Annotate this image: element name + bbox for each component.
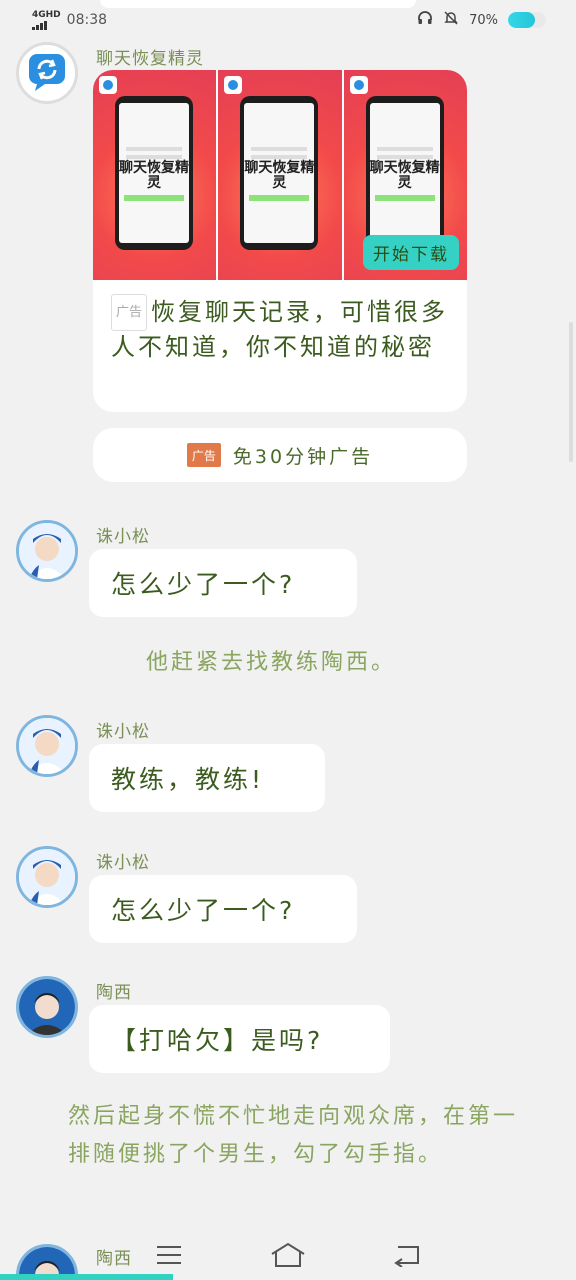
mute-bell-icon: [443, 10, 459, 30]
phone-mockup: 聊天恢复精灵: [115, 96, 193, 250]
scrollbar[interactable]: [569, 322, 573, 462]
message-bubble[interactable]: 教练，教练!: [89, 744, 325, 812]
ad-icon: 广告: [186, 443, 221, 467]
sender-name: 诛小松: [96, 527, 150, 547]
phone-screen: 聊天恢复精灵: [369, 103, 440, 243]
ad-avatar[interactable]: [16, 42, 78, 104]
ad-description: 恢复聊天记录，可惜很多人不知道，你不知道的秘密: [111, 298, 449, 361]
ad-free-button[interactable]: 广告 免30分钟广告: [93, 428, 467, 482]
avatar[interactable]: [16, 976, 78, 1038]
message-bubble[interactable]: 【打哈欠】是吗?: [89, 1005, 390, 1073]
ad-badge: 广告: [111, 294, 148, 331]
status-left: 4GHD 08:38: [32, 9, 108, 30]
signal-icon: [32, 20, 47, 30]
avatar[interactable]: [16, 715, 78, 777]
phone-mockup: 聊天恢复精灵: [240, 96, 319, 250]
app-logo-icon: [224, 76, 243, 94]
sender-name: 诛小松: [96, 722, 150, 742]
status-right: 70%: [417, 10, 546, 30]
ad-text[interactable]: 广告 恢复聊天记录，可惜很多人不知道，你不知道的秘密: [93, 280, 467, 378]
ad-image-panel: 聊天恢复精灵: [218, 70, 344, 280]
phone-screen-title: 聊天恢复精灵: [119, 160, 189, 191]
battery-icon: [508, 12, 546, 28]
reading-progress-bar: [0, 1274, 173, 1280]
headphones-icon: [417, 10, 433, 30]
phone-mockup: 聊天恢复精灵: [365, 96, 444, 250]
network-indicator: 4GHD: [32, 9, 61, 30]
ad-free-label: 免30分钟广告: [232, 445, 374, 468]
message-bubble[interactable]: 怎么少了一个?: [89, 875, 357, 943]
app-logo-icon: [99, 76, 117, 94]
status-time: 08:38: [66, 12, 108, 28]
menu-icon[interactable]: [149, 1240, 189, 1270]
narration-text: 他赶紧去找教练陶西。: [146, 650, 397, 675]
home-icon[interactable]: [268, 1240, 308, 1270]
ad-image-panel: 聊天恢复精灵 开始下载: [343, 70, 467, 280]
avatar[interactable]: [16, 846, 78, 908]
ad-image-panel: 聊天恢复精灵: [93, 70, 219, 280]
network-type: 4GHD: [32, 9, 61, 20]
ad-card[interactable]: 聊天恢复精灵 聊天恢复精灵 聊天恢复精灵 开始下载 广告 恢复聊天记录，可惜很多…: [93, 70, 467, 412]
phone-screen-title: 聊天恢复精灵: [369, 160, 440, 191]
status-bar: 4GHD 08:38 70%: [0, 0, 576, 40]
phone-screen-title: 聊天恢复精灵: [244, 160, 315, 191]
ad-sender-name: 聊天恢复精灵: [96, 49, 204, 69]
message-bubble[interactable]: 怎么少了一个?: [89, 549, 357, 617]
narration-text: 然后起身不慌不忙地走向观众席，在第一排随便挑了个男生，勾了勾手指。: [68, 1104, 519, 1167]
battery-percent: 70%: [469, 12, 498, 28]
navigation-bar: [0, 1230, 576, 1280]
ad-download-button[interactable]: 开始下载: [362, 235, 459, 270]
sender-name: 诛小松: [96, 853, 150, 873]
phone-screen: 聊天恢复精灵: [119, 103, 189, 243]
app-logo-icon: [349, 76, 368, 94]
battery-level: [508, 12, 535, 28]
phone-screen: 聊天恢复精灵: [244, 103, 315, 243]
back-icon[interactable]: [387, 1240, 427, 1270]
refresh-chat-icon: [25, 49, 69, 97]
ad-images[interactable]: 聊天恢复精灵 聊天恢复精灵 聊天恢复精灵 开始下载: [93, 70, 467, 280]
sender-name: 陶西: [96, 983, 132, 1003]
avatar[interactable]: [16, 520, 78, 582]
